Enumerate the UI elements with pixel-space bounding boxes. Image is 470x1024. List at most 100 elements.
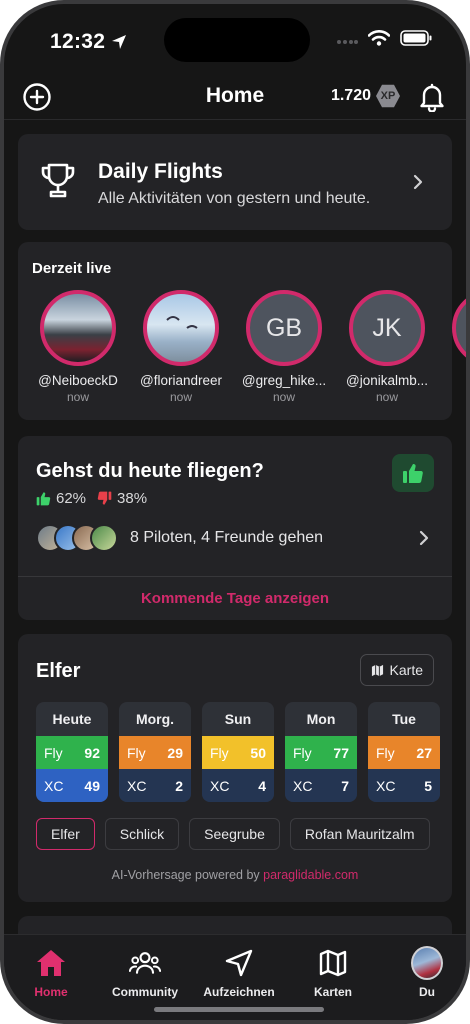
paraglidable-link[interactable]: paraglidable.com bbox=[263, 868, 358, 882]
live-pilot-time: now bbox=[272, 390, 295, 404]
forecast-day-morg[interactable]: Morg. Fly 29 XC 2 bbox=[119, 702, 191, 802]
live-pilot-item[interactable]: @floriandreer now bbox=[131, 290, 231, 404]
status-time: 12:32 bbox=[50, 30, 127, 54]
tab-label: Karten bbox=[313, 985, 352, 999]
notification-bell-icon[interactable] bbox=[418, 82, 446, 112]
fly-score: 29 bbox=[167, 744, 183, 761]
avatar bbox=[411, 946, 443, 980]
tab-record[interactable]: Aufzeichnen bbox=[192, 947, 286, 999]
tab-maps[interactable]: Karten bbox=[286, 947, 380, 999]
cellular-signal-icon bbox=[337, 40, 358, 44]
xp-badge: XP bbox=[376, 84, 400, 108]
thumbs-down-icon bbox=[97, 491, 112, 505]
xc-score-row: XC 4 bbox=[202, 769, 274, 802]
tab-label: Community bbox=[112, 985, 178, 999]
no-percentage: 38% bbox=[117, 490, 148, 507]
going-flying-title: Gehst du heute fliegen? bbox=[36, 460, 264, 482]
xc-label: XC bbox=[44, 777, 64, 794]
spot-tabs: Elfer Schlick Seegrube Rofan Mauritzalm bbox=[36, 818, 430, 850]
xc-label: XC bbox=[376, 777, 396, 794]
fly-score: 92 bbox=[84, 744, 100, 761]
xc-score-row: XC 49 bbox=[36, 769, 108, 802]
tab-profile[interactable]: Du bbox=[380, 946, 466, 999]
xc-score: 2 bbox=[175, 777, 183, 794]
dynamic-island bbox=[164, 18, 310, 62]
live-pilot-time: now bbox=[169, 390, 192, 404]
xc-score: 7 bbox=[341, 777, 349, 794]
live-pilot-handle: @floriandreer bbox=[140, 373, 222, 388]
home-icon bbox=[37, 950, 65, 976]
vote-summary: 62% 38% bbox=[36, 490, 147, 507]
spot-tab-schlick[interactable]: Schlick bbox=[104, 818, 180, 850]
fly-label: Fly bbox=[376, 744, 395, 761]
next-card-peek bbox=[18, 916, 452, 936]
fly-score-row: Fly 77 bbox=[285, 736, 357, 769]
live-section-title: Derzeit live bbox=[32, 260, 112, 277]
live-pilot-handle: @jonikalmb... bbox=[346, 373, 428, 388]
avatar bbox=[452, 290, 466, 366]
avatar bbox=[40, 290, 116, 366]
xc-label: XC bbox=[293, 777, 313, 794]
thumbs-up-button[interactable] bbox=[392, 454, 434, 492]
live-pilot-handle: @greg_hike... bbox=[241, 373, 327, 388]
forecast-day-mon[interactable]: Mon Fly 77 XC 7 bbox=[285, 702, 357, 802]
spot-tab-rofan-mauritzalm[interactable]: Rofan Mauritzalm bbox=[289, 818, 430, 850]
pilots-going-row[interactable]: 8 Piloten, 4 Freunde gehen bbox=[36, 524, 323, 552]
fly-score: 27 bbox=[416, 744, 432, 761]
status-time-text: 12:32 bbox=[50, 30, 106, 53]
tab-label: Home bbox=[34, 985, 68, 999]
wifi-icon bbox=[368, 30, 390, 46]
forecast-card: Elfer Karte Heute Fly 92 XC 49 Morg. Fly bbox=[18, 634, 452, 902]
spot-tab-seegrube[interactable]: Seegrube bbox=[189, 818, 280, 850]
xc-score: 49 bbox=[84, 777, 100, 794]
spot-tab-elfer[interactable]: Elfer bbox=[36, 818, 95, 850]
avatar: JK bbox=[349, 290, 425, 366]
xp-value: 1.720 bbox=[330, 87, 371, 104]
live-pilot-item[interactable]: GB @greg_hike... now bbox=[234, 290, 334, 404]
fly-label: Fly bbox=[127, 744, 146, 761]
forecast-day-tue[interactable]: Tue Fly 27 XC 5 bbox=[368, 702, 440, 802]
going-flying-card: Gehst du heute fliegen? 62% 38% 8 Pilote… bbox=[18, 436, 452, 620]
xc-score-row: XC 2 bbox=[119, 769, 191, 802]
home-indicator bbox=[154, 1007, 324, 1012]
upcoming-days-link[interactable]: Kommende Tage anzeigen bbox=[18, 590, 452, 607]
thumbs-up-icon bbox=[403, 464, 423, 483]
paraglider-photo bbox=[166, 316, 198, 329]
people-icon bbox=[129, 952, 161, 974]
app-screen: 12:32 Home 1.720 XP Daily Flights Alle A… bbox=[4, 4, 466, 1020]
forecast-day-name: Morg. bbox=[135, 711, 175, 727]
forecast-day-heute[interactable]: Heute Fly 92 XC 49 bbox=[36, 702, 108, 802]
xp-counter[interactable]: 1.720 XP bbox=[331, 84, 400, 108]
status-icons bbox=[336, 30, 432, 46]
xc-score: 4 bbox=[258, 777, 266, 794]
tab-home[interactable]: Home bbox=[4, 947, 98, 999]
forecast-day-name: Sun bbox=[224, 711, 252, 727]
avatar bbox=[90, 524, 118, 552]
avatar-initials: GB bbox=[265, 313, 303, 342]
phone-frame: 12:32 Home 1.720 XP Daily Flights Alle A… bbox=[0, 0, 470, 1024]
tab-community[interactable]: Community bbox=[98, 947, 192, 999]
live-pilot-item[interactable]: JK @jonikalmb... now bbox=[337, 290, 437, 404]
map-button[interactable]: Karte bbox=[359, 654, 434, 686]
pilots-going-text: 8 Piloten, 4 Freunde gehen bbox=[130, 529, 324, 546]
xc-score: 5 bbox=[424, 777, 432, 794]
daily-flights-card[interactable]: Daily Flights Alle Aktivitäten von geste… bbox=[18, 134, 452, 230]
status-bar: 12:32 bbox=[4, 4, 466, 74]
live-pilot-item[interactable]: @NeiboeckD now bbox=[28, 290, 128, 404]
avatar-initials: JK bbox=[372, 313, 402, 342]
fly-score: 50 bbox=[250, 744, 266, 761]
trophy-icon bbox=[41, 163, 75, 198]
navigation-arrow-icon bbox=[225, 949, 253, 977]
chevron-right-icon bbox=[413, 174, 423, 190]
fly-score-row: Fly 29 bbox=[119, 736, 191, 769]
forecast-day-name: Heute bbox=[52, 711, 92, 727]
battery-icon bbox=[400, 30, 432, 46]
forecast-day-sun[interactable]: Sun Fly 50 XC 4 bbox=[202, 702, 274, 802]
avatar bbox=[143, 290, 219, 366]
tab-label: Aufzeichnen bbox=[203, 985, 275, 999]
forecast-day-name: Tue bbox=[392, 711, 416, 727]
live-pilot-handle: @NeiboeckD bbox=[38, 373, 118, 388]
ai-note-prefix: AI-Vorhersage powered by bbox=[111, 868, 260, 882]
live-pilot-item[interactable] bbox=[440, 290, 466, 366]
fly-label: Fly bbox=[210, 744, 229, 761]
